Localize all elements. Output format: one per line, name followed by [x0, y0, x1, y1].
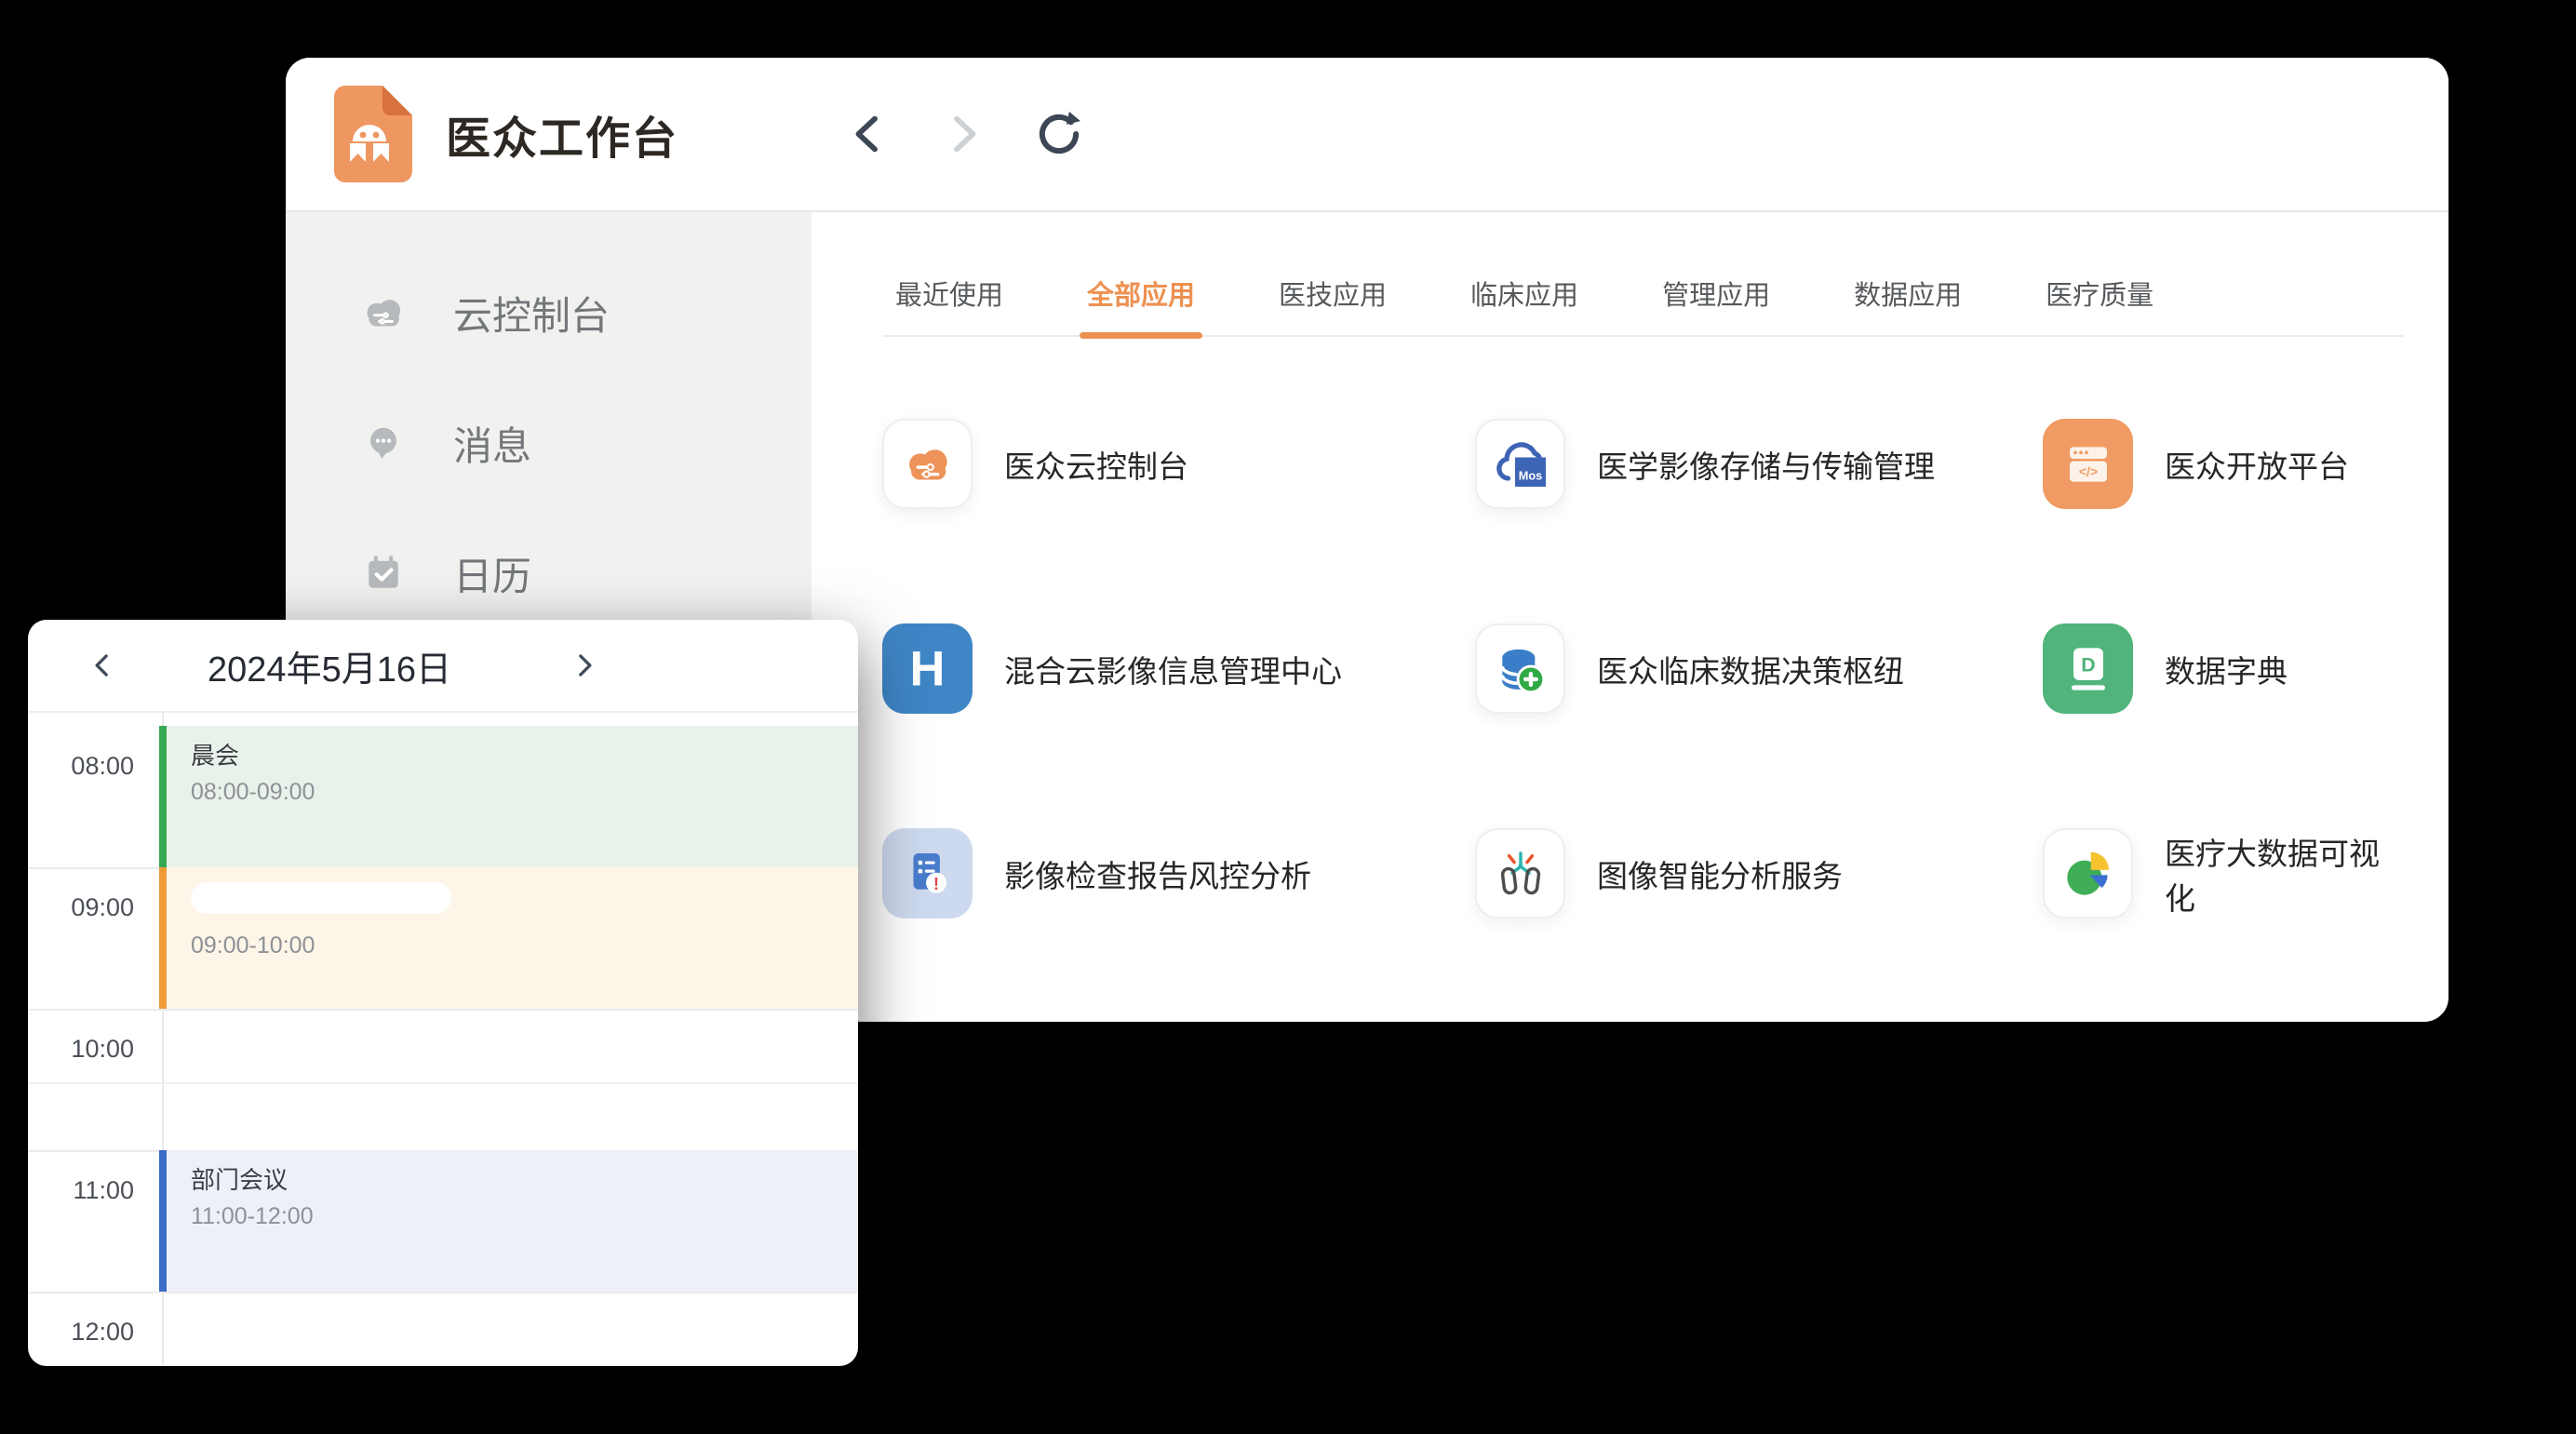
cloud-console-icon: [882, 419, 973, 509]
app-label: 医疗大数据可视化: [2165, 829, 2404, 918]
event-time: 09:00-10:00: [191, 932, 858, 959]
time-label: 10:00: [28, 1037, 134, 1062]
forward-button[interactable]: [932, 102, 995, 166]
tab-bar: 最近使用 全部应用 医技应用 临床应用 管理应用 数据应用 医疗质量: [882, 274, 2404, 337]
hour-line: [28, 1292, 858, 1293]
calendar-event-department-meeting[interactable]: 部门会议 11:00-12:00: [159, 1150, 858, 1292]
lungs-icon: [1475, 828, 1565, 918]
event-time: 11:00-12:00: [191, 1203, 858, 1230]
app-label: 数据字典: [2165, 647, 2288, 691]
message-icon: [356, 416, 410, 470]
svg-text:</>: </>: [2078, 463, 2097, 478]
chevron-left-icon: [842, 108, 894, 160]
tab-all-apps[interactable]: 全部应用: [1087, 274, 1195, 335]
dictionary-icon: D: [2043, 623, 2133, 714]
chevron-left-icon: [84, 647, 121, 684]
open-platform-icon: </>: [2043, 419, 2133, 509]
app-tile-report-risk-analysis[interactable]: ! 影像检查报告风控分析: [882, 828, 1475, 918]
hour-line: [28, 1009, 858, 1011]
event-time: 08:00-09:00: [191, 779, 858, 806]
sidebar-item-label: 消息: [453, 415, 531, 472]
app-label: 医众临床数据决策枢纽: [1597, 647, 1904, 691]
chevron-right-icon: [937, 108, 989, 160]
app-label: 医众开放平台: [2165, 442, 2349, 487]
svg-text:Mos: Mos: [1518, 468, 1542, 482]
time-label: 09:00: [28, 895, 134, 920]
sidebar-item-cloud-console[interactable]: 云控制台: [286, 248, 812, 378]
calendar-event-morning-meeting[interactable]: 晨会 08:00-09:00: [159, 726, 858, 867]
svg-text:D: D: [2081, 653, 2095, 676]
sidebar-item-label: 日历: [453, 545, 531, 602]
time-label: 12:00: [28, 1320, 134, 1345]
risk-report-icon: !: [882, 828, 973, 918]
app-tile-bigdata-visualization[interactable]: 医疗大数据可视化: [2043, 828, 2404, 918]
app-grid: 医众云控制台 Mos 医学影像存储与传输管理: [882, 419, 2404, 918]
calendar-prev-button[interactable]: [80, 643, 125, 688]
hybrid-h-icon: H: [882, 623, 973, 714]
app-tile-image-ai-service[interactable]: 图像智能分析服务: [1475, 828, 2043, 918]
calendar-event-redacted[interactable]: 09:00-10:00: [159, 867, 858, 1009]
cloud-icon: [356, 286, 410, 340]
calendar-header: 2024年5月16日: [28, 620, 858, 713]
app-label: 影像检查报告风控分析: [1004, 851, 1311, 896]
chevron-right-icon: [566, 647, 603, 684]
app-tile-imaging-storage[interactable]: Mos 医学影像存储与传输管理: [1475, 419, 2043, 509]
app-tile-hybrid-cloud-imaging[interactable]: H 混合云影像信息管理中心: [882, 623, 1475, 714]
time-label: 08:00: [28, 754, 134, 779]
calendar-next-button[interactable]: [562, 643, 607, 688]
sidebar-item-messages[interactable]: 消息: [286, 378, 812, 508]
clinical-database-icon: [1475, 623, 1565, 714]
event-title: 部门会议: [191, 1165, 858, 1196]
calendar-panel: 2024年5月16日 08:00 09:00 10:00 11:00 12:00…: [28, 620, 858, 1366]
tab-data-apps[interactable]: 数据应用: [1854, 274, 1962, 335]
calendar-icon: [356, 546, 410, 600]
event-title: 晨会: [191, 741, 858, 771]
window-title: 医众工作台: [446, 101, 678, 167]
app-tile-data-dictionary[interactable]: D 数据字典: [2043, 623, 2404, 714]
app-label: 图像智能分析服务: [1597, 851, 1843, 896]
app-logo-icon: [325, 84, 414, 184]
half-hour-line: [28, 1082, 858, 1084]
calendar-date-label: 2024年5月16日: [125, 640, 534, 691]
calendar-grid: 08:00 09:00 10:00 11:00 12:00 晨会 08:00-0…: [28, 713, 858, 1366]
app-label: 医学影像存储与传输管理: [1597, 442, 1935, 487]
sidebar-item-calendar[interactable]: 日历: [286, 508, 812, 638]
content-area: 最近使用 全部应用 医技应用 临床应用 管理应用 数据应用 医疗质量: [812, 212, 2449, 1020]
app-label: 医众云控制台: [1004, 442, 1188, 487]
svg-text:!: !: [933, 874, 939, 892]
mos-cloud-icon: Mos: [1475, 419, 1565, 509]
refresh-icon: [1032, 107, 1086, 161]
tab-medtech-apps[interactable]: 医技应用: [1279, 274, 1387, 335]
time-label: 11:00: [28, 1178, 134, 1203]
browser-nav: [837, 101, 1092, 167]
tab-management-apps[interactable]: 管理应用: [1662, 274, 1770, 335]
tab-clinical-apps[interactable]: 临床应用: [1470, 274, 1578, 335]
back-button[interactable]: [837, 102, 900, 166]
app-tile-cloud-console[interactable]: 医众云控制台: [882, 419, 1475, 509]
redacted-title-pill: [191, 882, 451, 914]
titlebar: 医众工作台: [286, 58, 2449, 212]
app-tile-open-platform[interactable]: </> 医众开放平台: [2043, 419, 2404, 509]
svg-text:H: H: [910, 642, 946, 697]
refresh-button[interactable]: [1026, 101, 1092, 167]
sidebar-item-label: 云控制台: [453, 285, 610, 342]
tab-quality[interactable]: 医疗质量: [2046, 274, 2153, 335]
app-label: 混合云影像信息管理中心: [1004, 647, 1342, 691]
pie-chart-icon: [2043, 828, 2133, 918]
app-tile-clinical-data-hub[interactable]: 医众临床数据决策枢纽: [1475, 623, 2043, 714]
tab-recent[interactable]: 最近使用: [895, 274, 1003, 335]
